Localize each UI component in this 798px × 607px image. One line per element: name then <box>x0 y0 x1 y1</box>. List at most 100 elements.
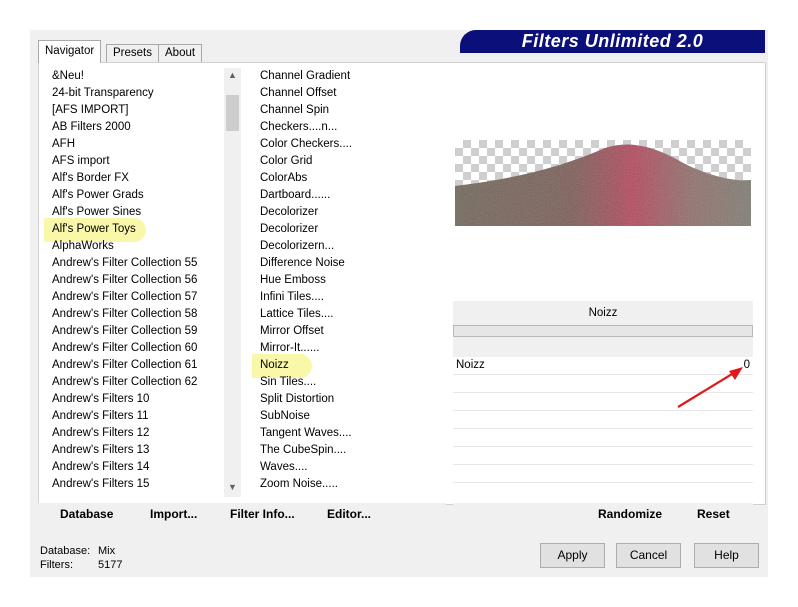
list-item[interactable]: Andrew's Filters 11 <box>44 408 224 425</box>
list-item[interactable]: Color Checkers.... <box>252 136 442 153</box>
list-item[interactable]: &Neu! <box>44 68 224 85</box>
list-item-label: Alf's Power Grads <box>52 189 144 201</box>
tab-about[interactable]: About <box>158 44 203 62</box>
list-item-label: Channel Gradient <box>260 70 351 82</box>
cancel-button[interactable]: Cancel <box>616 543 681 568</box>
list-item[interactable]: Difference Noise <box>252 255 442 272</box>
navigator-toolbar: Database Import... Filter Info... Editor… <box>38 503 446 527</box>
app-banner: Filters Unlimited 2.0 <box>460 30 765 53</box>
list-item[interactable]: Alf's Power Grads <box>44 187 224 204</box>
list-item[interactable]: [AFS IMPORT] <box>44 102 224 119</box>
list-item[interactable]: Andrew's Filter Collection 59 <box>44 323 224 340</box>
list-item-label: The CubeSpin.... <box>260 444 347 456</box>
list-item[interactable]: Zoom Noise..... <box>252 476 442 493</box>
editor-button[interactable]: Editor... <box>327 507 371 521</box>
list-item[interactable]: AB Filters 2000 <box>44 119 224 136</box>
list-item[interactable]: Split Distortion <box>252 391 442 408</box>
filter-list[interactable]: Channel Gradient Channel Offset Channel Sp… <box>252 68 442 498</box>
reset-button[interactable]: Reset <box>697 507 730 521</box>
filter-info-button[interactable]: Filter Info... <box>230 507 295 521</box>
list-item[interactable]: Andrew's Filters 15 <box>44 476 224 493</box>
param-filter-title: Noizz <box>453 301 753 325</box>
list-item[interactable]: Noizz <box>252 354 442 378</box>
list-item-label: Decolorizer <box>260 206 319 218</box>
list-item-label: Decolorizern... <box>260 240 335 252</box>
scroll-thumb[interactable] <box>226 95 239 131</box>
apply-button[interactable]: Apply <box>540 543 605 568</box>
list-item-label: Andrew's Filters 12 <box>52 427 150 439</box>
list-item[interactable]: Tangent Waves.... <box>252 425 442 442</box>
list-item[interactable]: Andrew's Filter Collection 58 <box>44 306 224 323</box>
list-item[interactable]: 24-bit Transparency <box>44 85 224 102</box>
list-item[interactable]: Decolorizern... <box>252 238 442 255</box>
list-item-label: Decolorizer <box>260 223 319 235</box>
list-item[interactable]: Infini Tiles.... <box>252 289 442 306</box>
list-item[interactable]: Andrew's Filters 13 <box>44 442 224 459</box>
list-item-label: Checkers....n... <box>260 121 338 133</box>
list-item[interactable]: Andrew's Filter Collection 61 <box>44 357 224 374</box>
list-item-label: Andrew's Filter Collection 61 <box>52 359 198 371</box>
list-item[interactable]: Decolorizer <box>252 204 442 221</box>
red-arrow-annotation <box>677 367 743 408</box>
list-item[interactable]: Andrew's Filters 14 <box>44 459 224 476</box>
list-item[interactable]: Sin Tiles.... <box>252 374 442 391</box>
list-item-label: AlphaWorks <box>52 240 114 252</box>
list-item[interactable]: Channel Offset <box>252 85 442 102</box>
list-item-label: Andrew's Filter Collection 55 <box>52 257 198 269</box>
scroll-down-icon[interactable]: ▼ <box>224 482 241 492</box>
list-item-label: Andrew's Filters 10 <box>52 393 150 405</box>
list-item[interactable]: Lattice Tiles.... <box>252 306 442 323</box>
list-item-label: Andrew's Filter Collection 60 <box>52 342 198 354</box>
list-item[interactable]: Mirror Offset <box>252 323 442 340</box>
list-item-label: Waves.... <box>260 461 308 473</box>
list-item[interactable]: Andrew's Filter Collection 62 <box>44 374 224 391</box>
list-item[interactable]: Alf's Power Toys <box>44 218 224 242</box>
list-item-label: AFH <box>52 138 75 150</box>
database-value: Mix <box>98 545 116 557</box>
list-item[interactable]: Andrew's Filter Collection 55 <box>44 255 224 272</box>
category-scrollbar[interactable]: ▲ ▼ <box>224 68 241 497</box>
preview-image <box>455 140 751 226</box>
list-item-label: Zoom Noise..... <box>260 478 338 490</box>
randomize-button[interactable]: Randomize <box>598 507 662 521</box>
list-item-label: Mirror Offset <box>260 325 324 337</box>
database-button[interactable]: Database <box>60 507 113 521</box>
list-item-label: Andrew's Filters 13 <box>52 444 150 456</box>
category-list[interactable]: &Neu! 24-bit Transparency [AFS IMPORT] AB F… <box>44 68 224 498</box>
list-item[interactable]: The CubeSpin.... <box>252 442 442 459</box>
help-button[interactable]: Help <box>694 543 759 568</box>
list-item[interactable]: Dartboard...... <box>252 187 442 204</box>
list-item[interactable]: AFH <box>44 136 224 153</box>
list-item-label: Color Checkers.... <box>260 138 353 150</box>
list-item-label: Channel Offset <box>260 87 337 99</box>
list-item[interactable]: Waves.... <box>252 459 442 476</box>
list-item[interactable]: Andrew's Filter Collection 56 <box>44 272 224 289</box>
list-item[interactable]: Andrew's Filters 10 <box>44 391 224 408</box>
list-item[interactable]: Color Grid <box>252 153 442 170</box>
list-item-label: Andrew's Filter Collection 57 <box>52 291 198 303</box>
list-item-label: &Neu! <box>52 70 84 82</box>
list-item-label: SubNoise <box>260 410 310 422</box>
list-item-label: Tangent Waves.... <box>260 427 352 439</box>
list-item[interactable]: Alf's Border FX <box>44 170 224 187</box>
tab-presets[interactable]: Presets <box>106 44 159 62</box>
list-item[interactable]: Channel Spin <box>252 102 442 119</box>
list-item[interactable]: Checkers....n... <box>252 119 442 136</box>
scroll-up-icon[interactable]: ▲ <box>224 70 241 80</box>
list-item[interactable]: Decolorizer <box>252 221 442 238</box>
list-item-label: Andrew's Filter Collection 58 <box>52 308 198 320</box>
import-button[interactable]: Import... <box>150 507 197 521</box>
list-item-label: AB Filters 2000 <box>52 121 131 133</box>
list-item[interactable]: Andrew's Filters 12 <box>44 425 224 442</box>
list-item[interactable]: Hue Emboss <box>252 272 442 289</box>
list-item-label: Mirror-It...... <box>260 342 320 354</box>
tab-navigator[interactable]: Navigator <box>38 40 102 63</box>
list-item-label: Difference Noise <box>260 257 345 269</box>
list-item[interactable]: Andrew's Filter Collection 57 <box>44 289 224 306</box>
list-item[interactable]: Channel Gradient <box>252 68 442 85</box>
list-item[interactable]: SubNoise <box>252 408 442 425</box>
list-item[interactable]: AFS import <box>44 153 224 170</box>
param-slider[interactable] <box>453 325 753 337</box>
list-item[interactable]: Andrew's Filter Collection 60 <box>44 340 224 357</box>
list-item[interactable]: ColorAbs <box>252 170 442 187</box>
